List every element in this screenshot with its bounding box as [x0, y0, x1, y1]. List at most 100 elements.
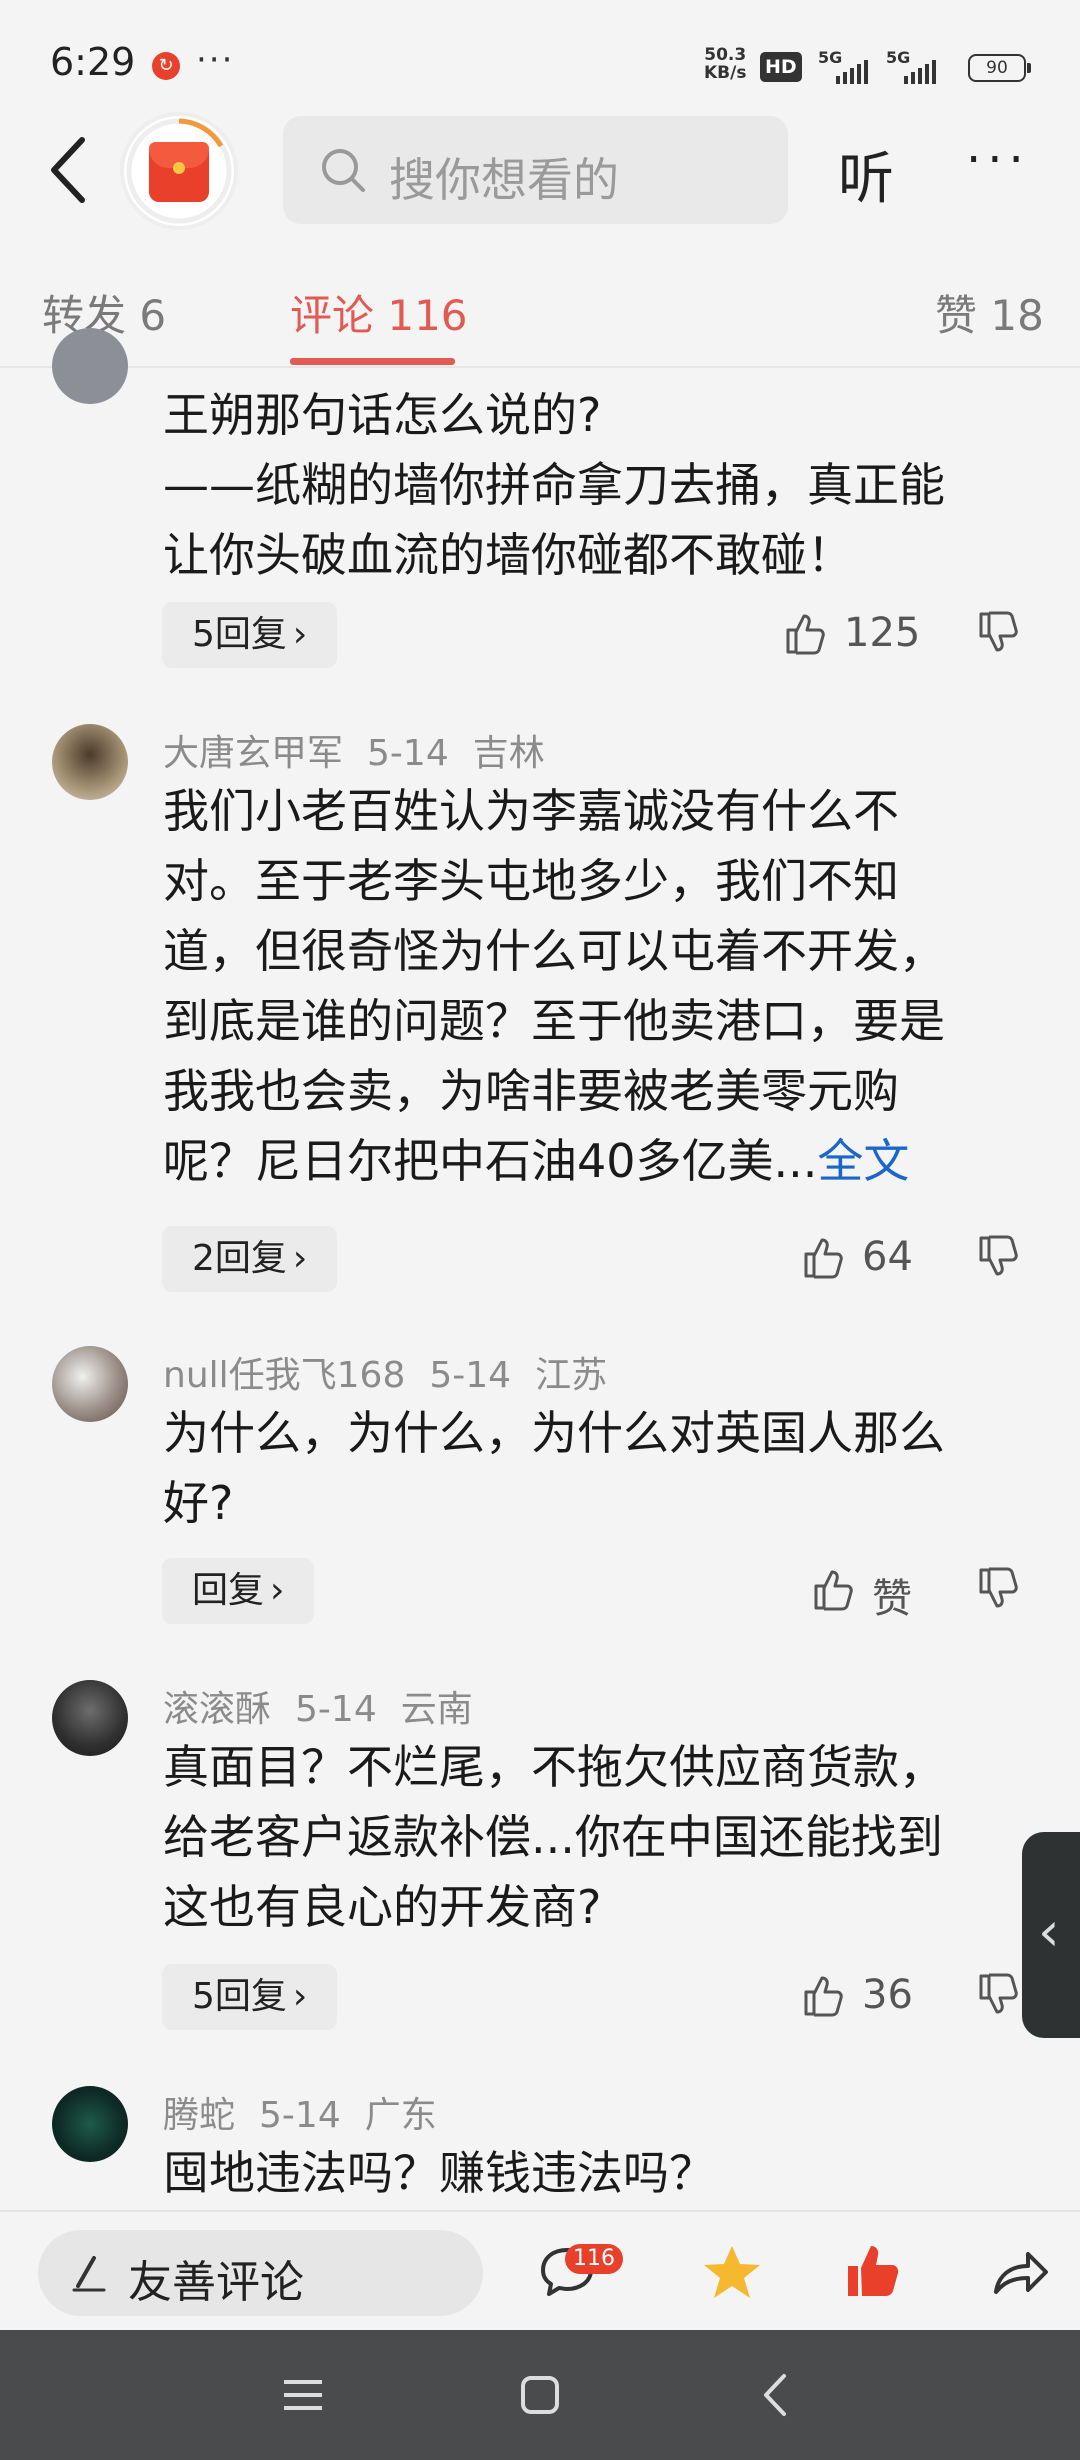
thumbs-down-icon[interactable] — [975, 610, 1021, 656]
side-drawer-handle[interactable]: ‹ — [1022, 1832, 1080, 2038]
comment-date: 5-14 — [295, 1689, 377, 1730]
avatar[interactable] — [52, 328, 128, 404]
battery-icon: 90 — [968, 54, 1031, 82]
app-notification-icon: ↻ — [152, 52, 180, 80]
thumbs-down-icon[interactable] — [975, 1234, 1021, 1280]
username[interactable]: 腾蛇 — [163, 2095, 235, 2136]
reply-label: 回复 — [192, 1570, 265, 1611]
network-speed-value: 50.3 — [704, 45, 747, 65]
listen-button[interactable]: 听 — [838, 134, 894, 215]
replies-label: 5回复 — [192, 614, 287, 655]
status-bar: 6:29 ↻ ··· 50.3 KB/s HD 5G 5G 90 — [0, 0, 1080, 115]
reply-button[interactable]: 回复 › — [162, 1558, 315, 1624]
comment-date: 5-14 — [429, 1355, 512, 1396]
replies-button[interactable]: 5回复 › — [162, 1964, 338, 2030]
red-envelope-icon — [149, 142, 209, 202]
hd-voice-icon: HD — [760, 52, 802, 82]
back-nav-icon[interactable] — [752, 2370, 802, 2420]
comment-body: 为什么，为什么，为什么对英国人那么 好? — [163, 1398, 1013, 1538]
comment-line: 道，但很奇怪为什么可以屯着不开发， — [163, 924, 945, 978]
avatar[interactable] — [52, 2086, 128, 2162]
username[interactable]: null任我飞168 — [163, 1355, 405, 1396]
comment-location: 江苏 — [535, 1355, 608, 1396]
more-options-button[interactable]: ··· — [966, 136, 1030, 184]
comment-line: 我们小老百姓认为李嘉诚没有什么不 — [163, 784, 899, 838]
comment-line: 对。至于老李头屯地多少，我们不知 — [163, 854, 899, 908]
network-speed: 50.3 KB/s — [704, 46, 746, 82]
chevron-left-icon — [51, 137, 85, 203]
tabs-divider — [0, 366, 1080, 368]
comment-placeholder: 友善评论 — [128, 2257, 304, 2308]
comment-body: 囤地违法吗？赚钱违法吗？ — [163, 2138, 1013, 2208]
thumbs-down-icon[interactable] — [975, 1972, 1021, 2018]
comment-line: 好? — [163, 1476, 234, 1530]
chevron-right-icon: › — [292, 614, 308, 655]
comment-line: 我我也会卖，为啥非要被老美零元购 — [163, 1064, 899, 1118]
comment-line: 给老客户返款补偿...你在中国还能找到 — [163, 1810, 943, 1864]
tab-likes[interactable]: 赞 18 — [935, 282, 1044, 343]
comment-line: 真面目？不烂尾，不拖欠供应商货款， — [163, 1740, 945, 1794]
home-icon[interactable] — [515, 2370, 565, 2420]
thumbs-up-icon — [814, 1570, 853, 1611]
tab-comments[interactable]: 评论 116 — [290, 282, 468, 343]
like-count: 64 — [862, 1234, 913, 1280]
replies-button[interactable]: 5回复 › — [162, 602, 338, 668]
status-more-icon: ··· — [196, 40, 235, 80]
like-label: 赞 — [872, 1576, 912, 1622]
comment-date: 5-14 — [367, 733, 449, 774]
comment-count-badge: 116 — [565, 2244, 623, 2274]
replies-label: 5回复 — [192, 1976, 287, 2017]
comment-line: 呢？尼日尔把中石油40多亿美...全文 — [163, 1126, 1013, 1196]
signal-label: 5G — [818, 48, 843, 67]
comment-line: 这也有良心的开发商? — [163, 1880, 602, 1934]
comment-body: 我们小老百姓认为李嘉诚没有什么不 对。至于老李头屯地多少，我们不知 道，但很奇怪… — [163, 776, 1013, 1196]
share-icon[interactable] — [988, 2240, 1052, 2304]
bottom-action-bar: 友善评论 116 — [0, 2210, 1080, 2332]
comment-line: ——纸糊的墙你拼命拿刀去捅，真正能 — [163, 458, 945, 512]
search-input[interactable]: 搜你想看的 — [283, 116, 788, 224]
system-navigation-bar — [0, 2330, 1080, 2460]
comment-meta: 滚滚酥 5-14 云南 — [163, 1680, 497, 1732]
network-speed-unit: KB/s — [704, 63, 747, 83]
status-time: 6:29 — [50, 40, 136, 84]
comment-line: 到底是谁的问题？至于他卖港口，要是 — [163, 994, 945, 1048]
comment-line: 王朔那句话怎么说的? — [163, 388, 602, 442]
replies-button[interactable]: 2回复 › — [162, 1226, 338, 1292]
chevron-right-icon: › — [292, 1238, 308, 1279]
thumbs-up-filled-icon[interactable] — [842, 2240, 906, 2304]
chevron-left-icon: ‹ — [1038, 1900, 1060, 1963]
search-placeholder: 搜你想看的 — [389, 153, 619, 207]
username[interactable]: 滚滚酥 — [163, 1689, 271, 1730]
chevron-right-icon: › — [292, 1976, 308, 2017]
back-button[interactable] — [40, 130, 100, 210]
comment-line: 囤地违法吗？赚钱违法吗？ — [163, 2146, 715, 2200]
avatar[interactable] — [52, 724, 128, 800]
avatar[interactable] — [52, 1346, 128, 1422]
like-count: 125 — [844, 610, 921, 656]
thumbs-up-icon — [786, 614, 825, 655]
comment-line: 让你头破血流的墙你碰都不敢碰！ — [163, 528, 853, 582]
like-count: 36 — [862, 1972, 913, 2018]
signal-label-2: 5G — [886, 48, 911, 67]
username[interactable]: 大唐玄甲军 — [163, 733, 343, 774]
comment-line-text: 呢？尼日尔把中石油40多亿美... — [163, 1134, 818, 1188]
red-packet-button[interactable] — [124, 116, 234, 226]
full-text-link[interactable]: 全文 — [817, 1134, 909, 1188]
comment-date: 5-14 — [259, 2095, 341, 2136]
comment-location: 云南 — [400, 1689, 473, 1730]
comment-input[interactable]: 友善评论 — [38, 2230, 483, 2316]
replies-label: 2回复 — [192, 1238, 287, 1279]
pen-icon — [72, 2256, 106, 2292]
thumbs-up-icon — [804, 1976, 843, 2017]
search-icon — [322, 149, 365, 192]
chevron-right-icon: › — [270, 1570, 285, 1611]
comment-meta: 大唐玄甲军 5-14 吉林 — [163, 724, 569, 776]
comment-line: 为什么，为什么，为什么对英国人那么 — [163, 1406, 945, 1460]
thumbs-down-icon[interactable] — [975, 1566, 1021, 1612]
thumbs-up-icon — [804, 1238, 843, 1279]
comment-meta: null任我飞168 5-14 江苏 — [163, 1346, 631, 1398]
active-tab-indicator — [290, 358, 455, 365]
avatar[interactable] — [52, 1680, 128, 1756]
menu-icon[interactable] — [278, 2370, 328, 2420]
star-icon[interactable] — [700, 2240, 764, 2304]
